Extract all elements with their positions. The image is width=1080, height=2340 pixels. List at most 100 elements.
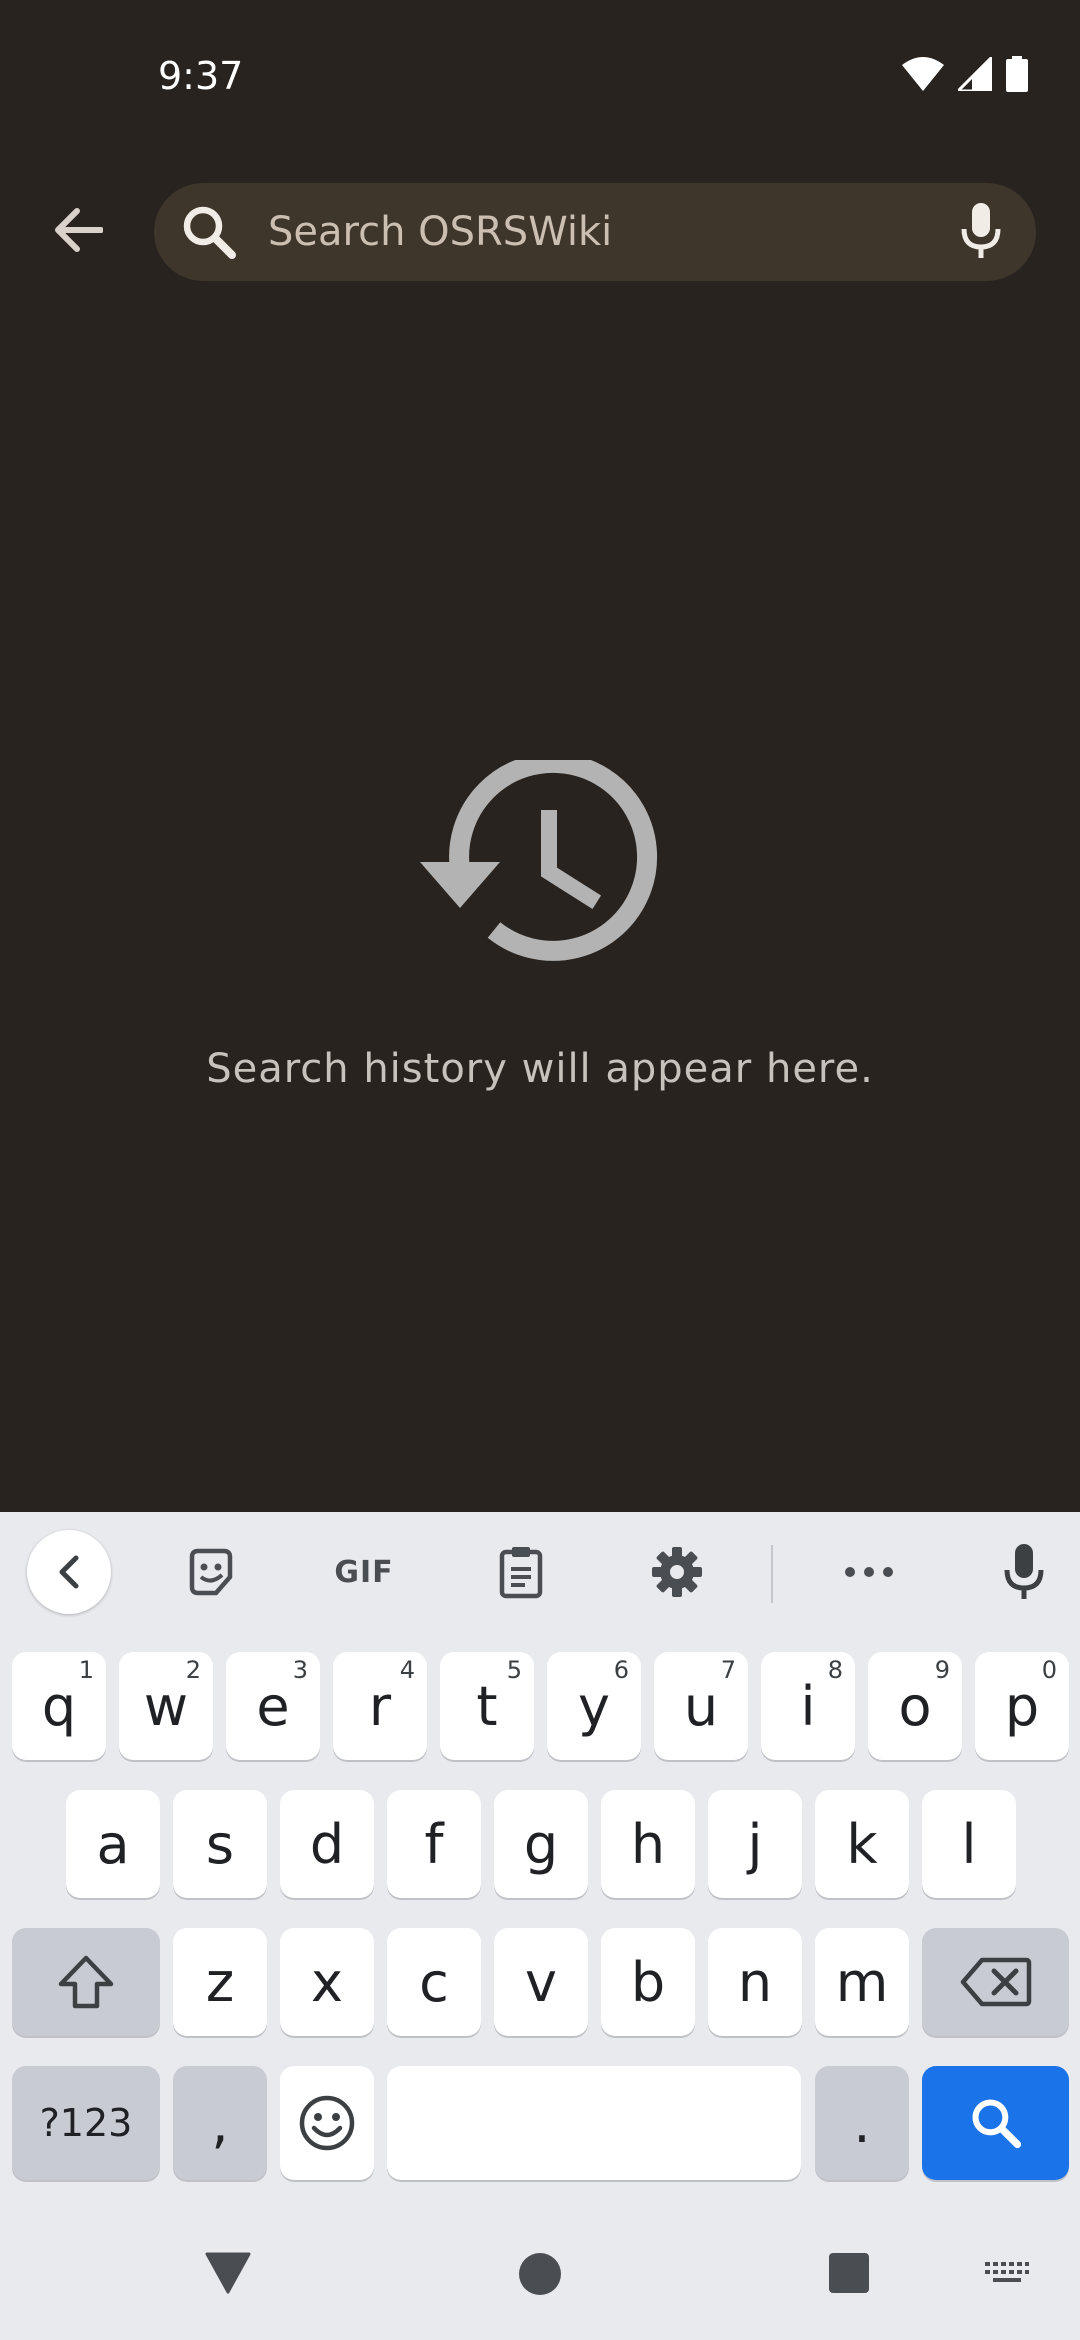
- key-label: u: [683, 1674, 719, 1738]
- key-label: b: [630, 1950, 666, 2014]
- comma-key[interactable]: ,: [173, 2066, 267, 2180]
- clipboard-button[interactable]: [479, 1530, 563, 1614]
- toolbar-divider: [771, 1545, 773, 1603]
- key-label: v: [525, 1950, 557, 2014]
- key-p[interactable]: p0: [975, 1652, 1069, 1760]
- key-l[interactable]: l: [922, 1790, 1016, 1898]
- key-u[interactable]: u7: [654, 1652, 748, 1760]
- key-a[interactable]: a: [66, 1790, 160, 1898]
- key-label: s: [205, 1812, 235, 1876]
- key-z[interactable]: z: [173, 1928, 267, 2036]
- keyboard-switch-button[interactable]: [982, 2260, 1032, 2290]
- nav-back-button[interactable]: [198, 2246, 258, 2300]
- key-hint: 5: [506, 1656, 522, 1684]
- search-icon: [971, 2099, 1021, 2149]
- keyboard: [0, 1512, 1080, 2340]
- more-options-button[interactable]: [827, 1530, 911, 1614]
- key-label: c: [419, 1950, 449, 2014]
- nav-home-button[interactable]: [514, 2248, 566, 2300]
- back-button[interactable]: [40, 192, 116, 268]
- key-label: p: [1004, 1674, 1040, 1738]
- backspace-key[interactable]: [922, 1928, 1069, 2036]
- space-key[interactable]: [387, 2066, 801, 2180]
- clipboard-icon: [499, 1547, 543, 1599]
- key-o[interactable]: o9: [868, 1652, 962, 1760]
- key-v[interactable]: v: [494, 1928, 588, 2036]
- symbols-key[interactable]: ?123: [12, 2066, 160, 2180]
- period-key[interactable]: .: [815, 2066, 909, 2180]
- emoji-key[interactable]: [280, 2066, 374, 2180]
- gear-icon: [652, 1547, 702, 1597]
- key-label: t: [476, 1674, 498, 1738]
- back-arrow-icon: [55, 208, 103, 252]
- backspace-icon: [960, 1957, 1031, 2007]
- key-m[interactable]: m: [815, 1928, 909, 2036]
- key-label: y: [578, 1674, 610, 1738]
- sticker-button[interactable]: [169, 1530, 253, 1614]
- status-time: 9:37: [158, 54, 244, 98]
- more-icon: [845, 1567, 893, 1577]
- key-label: n: [737, 1950, 773, 2014]
- key-t[interactable]: t5: [440, 1652, 534, 1760]
- key-label: x: [311, 1950, 343, 2014]
- search-icon: [183, 206, 236, 259]
- key-r[interactable]: r4: [333, 1652, 427, 1760]
- back-triangle-icon: [205, 2252, 251, 2294]
- key-hint: 6: [613, 1656, 629, 1684]
- key-e[interactable]: e3: [226, 1652, 320, 1760]
- key-h[interactable]: h: [601, 1790, 695, 1898]
- key-label: l: [961, 1812, 977, 1876]
- keyboard-collapse-button[interactable]: [27, 1530, 111, 1614]
- key-d[interactable]: d: [280, 1790, 374, 1898]
- keyboard-switch-icon: [985, 2262, 1029, 2282]
- history-icon: [420, 760, 658, 961]
- gif-button[interactable]: GIF: [322, 1530, 406, 1614]
- nav-recents-button[interactable]: [826, 2250, 872, 2296]
- key-label: z: [205, 1950, 235, 2014]
- key-hint: 4: [399, 1656, 415, 1684]
- key-hint: 7: [720, 1656, 736, 1684]
- recents-square-icon: [829, 2253, 869, 2293]
- key-label: m: [835, 1950, 889, 2014]
- settings-button[interactable]: [635, 1530, 719, 1614]
- voice-input-button[interactable]: [982, 1530, 1066, 1614]
- key-g[interactable]: g: [494, 1790, 588, 1898]
- key-j[interactable]: j: [708, 1790, 802, 1898]
- key-label: j: [747, 1812, 763, 1876]
- key-w[interactable]: w2: [119, 1652, 213, 1760]
- key-label: d: [309, 1812, 345, 1876]
- key-y[interactable]: y6: [547, 1652, 641, 1760]
- gif-label: GIF: [334, 1554, 394, 1590]
- search-action-key[interactable]: [922, 2066, 1069, 2180]
- wifi-icon: [902, 57, 944, 91]
- empty-state-message: Search history will appear here.: [206, 1046, 874, 1092]
- shift-icon: [58, 1955, 114, 2009]
- key-q[interactable]: q1: [12, 1652, 106, 1760]
- key-hint: 0: [1041, 1656, 1057, 1684]
- shift-key[interactable]: [12, 1928, 160, 2036]
- search-input[interactable]: [268, 190, 928, 274]
- key-label: h: [630, 1812, 666, 1876]
- key-k[interactable]: k: [815, 1790, 909, 1898]
- key-label: o: [898, 1674, 932, 1738]
- key-label: i: [800, 1674, 816, 1738]
- key-f[interactable]: f: [387, 1790, 481, 1898]
- signal-icon: [958, 57, 992, 91]
- key-s[interactable]: s: [173, 1790, 267, 1898]
- key-label: w: [143, 1674, 189, 1738]
- key-n[interactable]: n: [708, 1928, 802, 2036]
- key-label: f: [424, 1812, 444, 1876]
- key-label: e: [256, 1674, 290, 1738]
- sticker-icon: [189, 1548, 233, 1596]
- key-label: g: [523, 1812, 559, 1876]
- key-i[interactable]: i8: [761, 1652, 855, 1760]
- key-label: q: [41, 1674, 77, 1738]
- key-label: ,: [211, 2091, 229, 2155]
- key-label: k: [846, 1812, 878, 1876]
- key-b[interactable]: b: [601, 1928, 695, 2036]
- key-label: a: [96, 1812, 130, 1876]
- microphone-icon: [961, 203, 1001, 258]
- key-c[interactable]: c: [387, 1928, 481, 2036]
- voice-search-button[interactable]: [950, 200, 1012, 262]
- key-x[interactable]: x: [280, 1928, 374, 2036]
